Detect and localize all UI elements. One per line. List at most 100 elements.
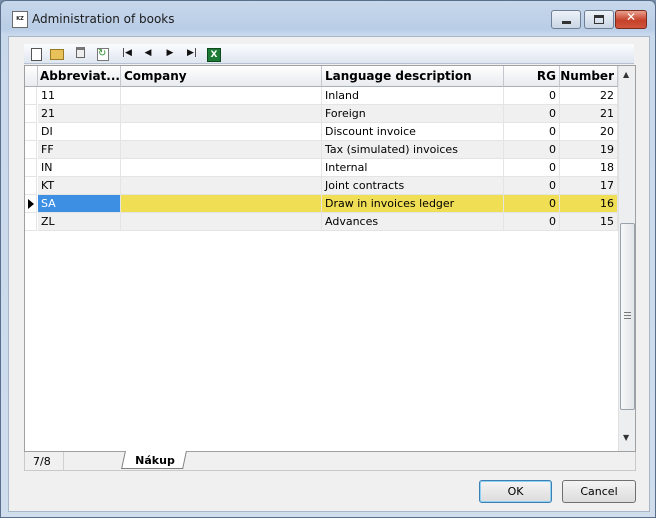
app-icon: KZ (12, 11, 28, 28)
row-indicator[interactable] (25, 195, 37, 213)
cell-number[interactable]: 16 (560, 195, 618, 213)
cell-abbreviation[interactable]: IN (38, 159, 121, 177)
cell-rg[interactable]: 0 (504, 159, 560, 177)
export-excel-icon: X (207, 48, 221, 62)
close-button[interactable]: ✕ (615, 10, 647, 29)
cell-language-description[interactable]: Discount invoice (322, 123, 504, 141)
cell-number[interactable]: 17 (560, 177, 618, 195)
cell-company[interactable] (121, 159, 322, 177)
tab-nakup-label[interactable]: Nákup (125, 454, 185, 467)
table-row[interactable]: KT Joint contracts 0 17 (25, 177, 618, 195)
row-indicator-header (25, 66, 38, 87)
cell-rg[interactable]: 0 (504, 213, 560, 231)
cell-language-description[interactable]: Advances (322, 213, 504, 231)
table-row[interactable]: ZL Advances 0 15 (25, 213, 618, 231)
cell-number[interactable]: 15 (560, 213, 618, 231)
column-header-abbreviation[interactable]: Abbreviat... (38, 66, 121, 87)
maximize-button[interactable] (584, 10, 614, 29)
cell-rg[interactable]: 0 (504, 87, 560, 105)
table-row[interactable]: IN Internal 0 18 (25, 159, 618, 177)
scroll-up-icon[interactable]: ▲ (623, 70, 629, 79)
cell-company[interactable] (121, 141, 322, 159)
table-row[interactable]: FF Tax (simulated) invoices 0 19 (25, 141, 618, 159)
cell-number[interactable]: 18 (560, 159, 618, 177)
first-record-icon: |◀ (122, 48, 132, 58)
scrollbar-thumb[interactable] (620, 223, 635, 410)
cell-company[interactable] (121, 87, 322, 105)
next-record-icon: ▶ (166, 48, 174, 58)
ok-button[interactable]: OK (479, 480, 552, 503)
last-record-icon: ▶| (187, 48, 197, 58)
cell-rg[interactable]: 0 (504, 141, 560, 159)
row-indicator[interactable] (25, 177, 37, 195)
next-record-button[interactable]: ▶ (162, 46, 178, 61)
delete-icon (75, 47, 85, 58)
toolbar: |◀ ◀ ▶ ▶| X (24, 44, 634, 64)
row-indicator[interactable] (25, 87, 37, 105)
refresh-icon (97, 46, 109, 61)
cell-rg[interactable]: 0 (504, 105, 560, 123)
row-indicator[interactable] (25, 213, 37, 231)
cell-language-description[interactable]: Internal (322, 159, 504, 177)
cell-company[interactable] (121, 213, 322, 231)
title-bar[interactable]: KZ Administration of books ✕ (1, 1, 655, 35)
cell-number[interactable]: 21 (560, 105, 618, 123)
cell-abbreviation[interactable]: SA (38, 195, 121, 213)
cell-company[interactable] (121, 195, 322, 213)
cell-company[interactable] (121, 123, 322, 141)
cell-language-description[interactable]: Inland (322, 87, 504, 105)
table-row[interactable]: SA Draw in invoices ledger 0 16 (25, 195, 618, 213)
minimize-button[interactable] (551, 10, 581, 29)
export-excel-button[interactable]: X (206, 46, 222, 62)
record-counter: 7/8 (33, 455, 51, 468)
cell-company[interactable] (121, 105, 322, 123)
books-grid[interactable]: Abbreviat... Company Language descriptio… (24, 65, 636, 452)
cell-abbreviation[interactable]: 21 (38, 105, 121, 123)
cell-rg[interactable]: 0 (504, 123, 560, 141)
column-header-language-description[interactable]: Language description (322, 66, 504, 87)
grip-icon (624, 312, 631, 319)
vertical-scrollbar[interactable]: ▲ ▼ (618, 66, 635, 451)
row-indicator[interactable] (25, 105, 37, 123)
cell-abbreviation[interactable]: KT (38, 177, 121, 195)
table-row[interactable]: DI Discount invoice 0 20 (25, 123, 618, 141)
open-button[interactable] (49, 46, 65, 61)
column-header-company[interactable]: Company (121, 66, 322, 87)
maximize-icon (594, 15, 604, 24)
scroll-down-icon[interactable]: ▼ (623, 433, 629, 442)
row-indicator[interactable] (25, 123, 37, 141)
cell-rg[interactable]: 0 (504, 195, 560, 213)
cell-number[interactable]: 20 (560, 123, 618, 141)
cell-abbreviation[interactable]: FF (38, 141, 121, 159)
row-indicator[interactable] (25, 141, 37, 159)
delete-button[interactable] (72, 46, 88, 61)
column-header-rg[interactable]: RG (504, 66, 560, 87)
cell-number[interactable]: 19 (560, 141, 618, 159)
minimize-icon (562, 21, 571, 24)
window: KZ Administration of books ✕ |◀ ◀ ▶ ▶| X… (0, 0, 656, 518)
cell-abbreviation[interactable]: 11 (38, 87, 121, 105)
dialog-client-area: |◀ ◀ ▶ ▶| X Abbreviat... Company Languag… (8, 36, 650, 512)
cell-rg[interactable]: 0 (504, 177, 560, 195)
table-row[interactable]: 21 Foreign 0 21 (25, 105, 618, 123)
cell-language-description[interactable]: Tax (simulated) invoices (322, 141, 504, 159)
table-row[interactable]: 11 Inland 0 22 (25, 87, 618, 105)
last-record-button[interactable]: ▶| (184, 46, 200, 61)
cell-language-description[interactable]: Joint contracts (322, 177, 504, 195)
cell-number[interactable]: 22 (560, 87, 618, 105)
column-header-number[interactable]: Number (560, 66, 618, 87)
new-document-icon (30, 48, 42, 61)
cell-company[interactable] (121, 177, 322, 195)
divider (63, 452, 64, 470)
cell-abbreviation[interactable]: ZL (38, 213, 121, 231)
previous-record-button[interactable]: ◀ (140, 46, 156, 61)
row-indicator[interactable] (25, 159, 37, 177)
sheet-tab-bar: 7/8 Nákup (24, 451, 636, 471)
refresh-button[interactable] (95, 46, 111, 61)
cell-abbreviation[interactable]: DI (38, 123, 121, 141)
cell-language-description[interactable]: Draw in invoices ledger (322, 195, 504, 213)
first-record-button[interactable]: |◀ (119, 46, 135, 61)
new-document-button[interactable] (28, 46, 44, 61)
cell-language-description[interactable]: Foreign (322, 105, 504, 123)
cancel-button[interactable]: Cancel (562, 480, 636, 503)
